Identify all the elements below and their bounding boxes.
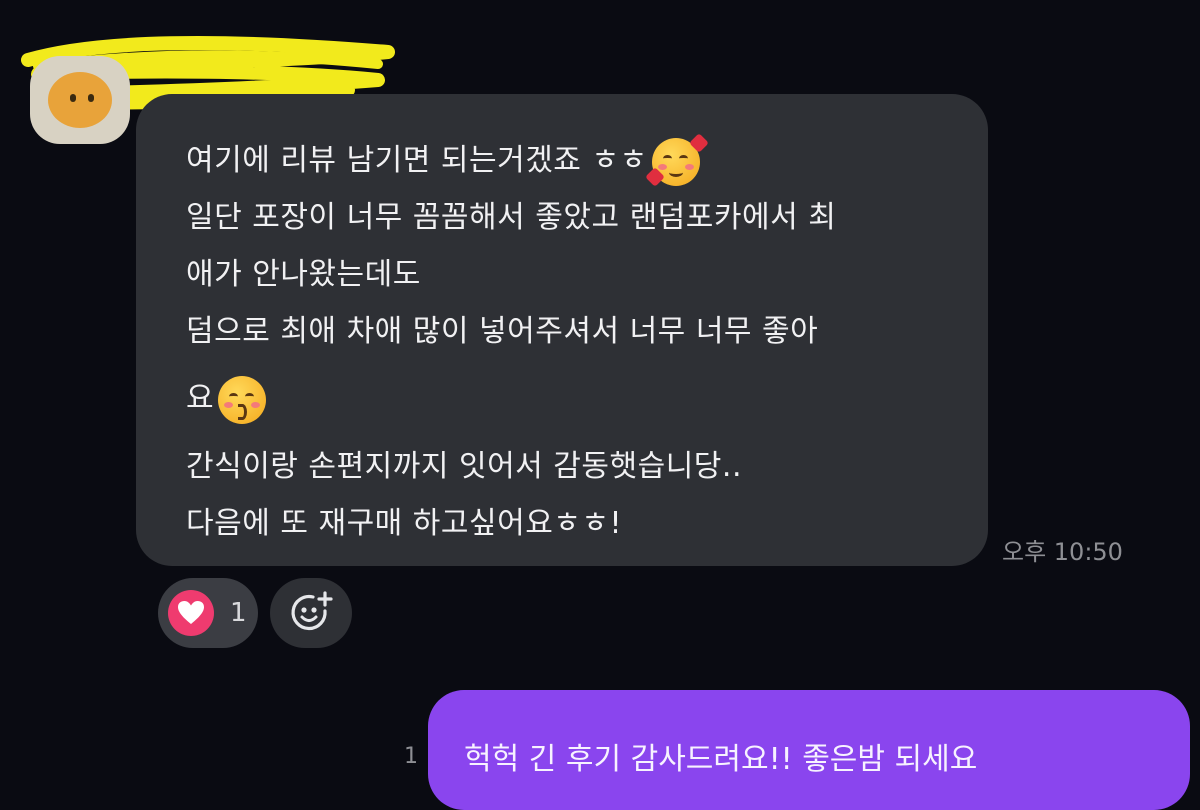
message-line: 요	[186, 360, 948, 438]
message-line: 덤으로 최애 차애 많이 넣어주셔서 너무 너무 좋아	[186, 303, 948, 360]
message-text: 간식이랑 손편지까지 잇어서 감동햇습니당..	[186, 449, 742, 484]
message-text: 여기에 리뷰 남기면 되는거겠죠 ㅎㅎ	[186, 143, 648, 178]
unread-count: 1	[404, 744, 418, 769]
message-text: 헉헉 긴 후기 감사드려요!! 좋은밤 되세요	[464, 742, 978, 777]
message-line: 일단 포장이 너무 꼼꼼해서 좋았고 랜덤포카에서 최	[186, 189, 948, 246]
message-text: 덤으로 최애 차애 많이 넣어주셔서 너무 너무 좋아	[186, 314, 819, 349]
kissing-face-icon	[218, 375, 267, 424]
message-line: 여기에 리뷰 남기면 되는거겠죠 ㅎㅎ	[186, 132, 948, 189]
message-line: 애가 안나왔는데도	[186, 246, 948, 303]
message-text: 다음에 또 재구매 하고싶어요ㅎㅎ!	[186, 506, 623, 541]
message-text: 요	[186, 381, 215, 416]
message-text: 애가 안나왔는데도	[186, 257, 421, 292]
outgoing-message-bubble[interactable]: 헉헉 긴 후기 감사드려요!! 좋은밤 되세요	[428, 690, 1190, 810]
message-timestamp: 오후 10:50	[1002, 538, 1123, 566]
smiling-face-with-hearts-icon	[651, 137, 700, 186]
message-text: 일단 포장이 너무 꼼꼼해서 좋았고 랜덤포카에서 최	[186, 200, 837, 235]
message-line: 간식이랑 손편지까지 잇어서 감동햇습니당..	[186, 438, 948, 495]
add-reaction-button[interactable]	[270, 578, 352, 648]
avatar-eye	[70, 94, 76, 102]
add-emoji-icon	[291, 591, 333, 631]
avatar-eye	[88, 94, 94, 102]
reaction-count: 1	[230, 598, 247, 628]
message-line: 다음에 또 재구매 하고싶어요ㅎㅎ!	[186, 495, 948, 552]
heart-icon	[168, 590, 214, 636]
incoming-message-bubble[interactable]: 여기에 리뷰 남기면 되는거겠죠 ㅎㅎ 일단 포장이 너무 꼼꼼해서 좋았고 랜…	[136, 94, 988, 566]
heart-reaction-button[interactable]: 1	[158, 578, 258, 648]
sender-avatar[interactable]	[30, 56, 130, 144]
avatar-character	[48, 72, 112, 128]
